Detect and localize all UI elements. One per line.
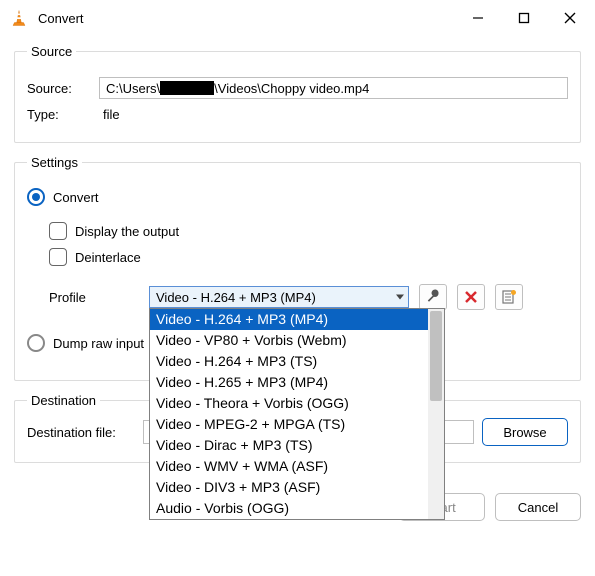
vlc-cone-icon: [10, 9, 28, 27]
profile-selected-text: Video - H.264 + MP3 (MP4): [156, 290, 316, 305]
profile-dropdown-scrollbar[interactable]: [428, 309, 444, 519]
display-output-label: Display the output: [75, 224, 179, 239]
convert-radio[interactable]: Convert: [27, 188, 99, 206]
profile-dropdown-list: Video - H.264 + MP3 (MP4)Video - VP80 + …: [149, 308, 445, 520]
window-controls: [455, 2, 593, 34]
dump-raw-label: Dump raw input: [53, 336, 144, 351]
profile-option[interactable]: Video - VP80 + Vorbis (Webm): [150, 330, 428, 351]
profile-option[interactable]: Video - Dirac + MP3 (TS): [150, 435, 428, 456]
profile-option[interactable]: Video - MPEG-2 + MPGA (TS): [150, 414, 428, 435]
deinterlace-checkbox[interactable]: Deinterlace: [49, 248, 141, 266]
dump-raw-radio[interactable]: Dump raw input: [27, 334, 144, 352]
deinterlace-checkbox-input[interactable]: [49, 248, 67, 266]
browse-button[interactable]: Browse: [482, 418, 568, 446]
chevron-down-icon: [396, 295, 404, 300]
source-path-suffix: \Videos\Choppy video.mp4: [214, 81, 369, 96]
window-title: Convert: [38, 11, 455, 26]
type-label: Type:: [27, 107, 89, 122]
settings-legend: Settings: [27, 155, 82, 170]
profile-option[interactable]: Video - WMV + WMA (ASF): [150, 456, 428, 477]
delete-profile-button[interactable]: [457, 284, 485, 310]
profile-label: Profile: [49, 290, 139, 305]
profile-option[interactable]: Video - Theora + Vorbis (OGG): [150, 393, 428, 414]
redacted-username: [160, 81, 214, 95]
profile-dropdown-items: Video - H.264 + MP3 (MP4)Video - VP80 + …: [150, 309, 428, 519]
convert-radio-input[interactable]: [27, 188, 45, 206]
cancel-button[interactable]: Cancel: [495, 493, 581, 521]
settings-group: Settings Convert Display the output Dein…: [14, 155, 581, 381]
new-profile-button[interactable]: [495, 284, 523, 310]
profile-combo-box[interactable]: Video - H.264 + MP3 (MP4): [149, 286, 409, 308]
edit-profile-button[interactable]: [419, 284, 447, 310]
destination-legend: Destination: [27, 393, 100, 408]
source-legend: Source: [27, 44, 76, 59]
profile-option[interactable]: Video - H.264 + MP3 (TS): [150, 351, 428, 372]
source-path-input[interactable]: C:\Users\ \Videos\Choppy video.mp4: [99, 77, 568, 99]
titlebar: Convert: [0, 0, 595, 36]
profile-combo[interactable]: Video - H.264 + MP3 (MP4) Video - H.264 …: [149, 286, 409, 308]
source-group: Source Source: C:\Users\ \Videos\Choppy v…: [14, 44, 581, 143]
display-output-checkbox[interactable]: Display the output: [49, 222, 179, 240]
destination-file-label: Destination file:: [27, 425, 135, 440]
minimize-button[interactable]: [455, 2, 501, 34]
type-value: file: [103, 107, 120, 122]
profile-option[interactable]: Audio - Vorbis (OGG): [150, 498, 428, 519]
scrollbar-thumb[interactable]: [430, 311, 442, 401]
profile-option[interactable]: Video - DIV3 + MP3 (ASF): [150, 477, 428, 498]
wrench-icon: [425, 289, 441, 305]
source-path-prefix: C:\Users\: [106, 81, 160, 96]
maximize-button[interactable]: [501, 2, 547, 34]
profile-option[interactable]: Video - H.265 + MP3 (MP4): [150, 372, 428, 393]
convert-radio-label: Convert: [53, 190, 99, 205]
source-label: Source:: [27, 81, 89, 96]
new-list-icon: [501, 289, 517, 305]
x-red-icon: [463, 289, 479, 305]
profile-option[interactable]: Video - H.264 + MP3 (MP4): [150, 309, 428, 330]
deinterlace-label: Deinterlace: [75, 250, 141, 265]
close-button[interactable]: [547, 2, 593, 34]
dump-raw-radio-input[interactable]: [27, 334, 45, 352]
display-output-checkbox-input[interactable]: [49, 222, 67, 240]
